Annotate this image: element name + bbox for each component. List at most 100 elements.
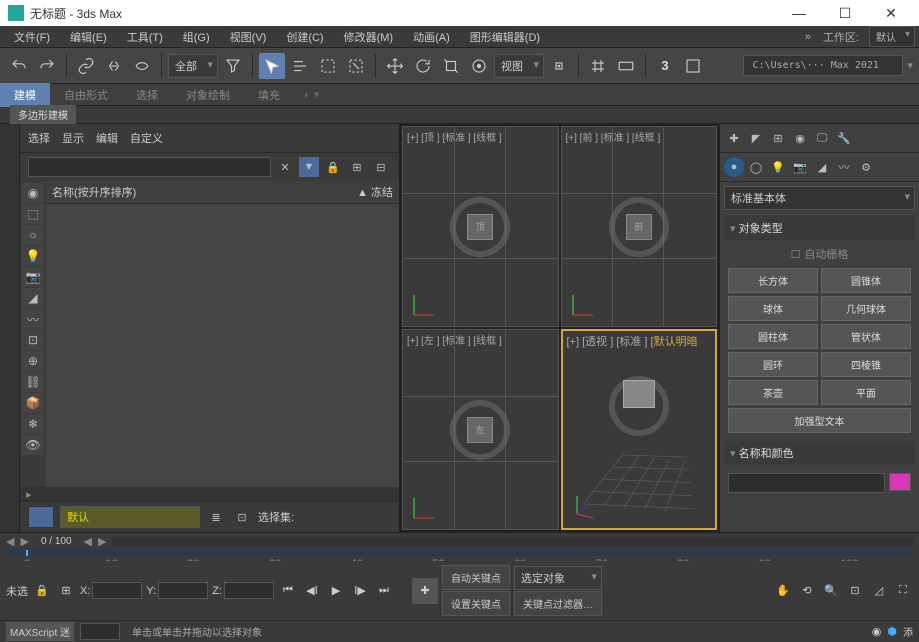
filter-spacewarp-icon[interactable]: 〰 xyxy=(22,309,44,329)
menu-view[interactable]: 视图(V) xyxy=(220,26,277,48)
menu-modifiers[interactable]: 修改器(M) xyxy=(334,26,404,48)
y-input[interactable] xyxy=(158,582,208,599)
keyfilter-button[interactable]: 关键点过滤器… xyxy=(514,591,602,616)
isolate-icon[interactable]: ⊡ xyxy=(232,507,252,527)
obj-sphere[interactable]: 球体 xyxy=(728,296,818,321)
set-key-big-icon[interactable]: ✚ xyxy=(412,578,438,604)
goto-end-icon[interactable]: ⏭ xyxy=(374,581,394,601)
menu-animation[interactable]: 动画(A) xyxy=(403,26,460,48)
time-jump-next-icon[interactable]: ▶ xyxy=(98,535,106,548)
clear-search-icon[interactable]: ✕ xyxy=(275,157,295,177)
object-color-swatch[interactable] xyxy=(889,473,911,491)
viewcube-top[interactable]: 顶 xyxy=(467,214,493,240)
scene-tab-edit[interactable]: 编辑 xyxy=(96,130,118,146)
obj-torus[interactable]: 圆环 xyxy=(728,352,818,377)
viewcube-left[interactable]: 左 xyxy=(467,417,493,443)
scene-tab-display[interactable]: 显示 xyxy=(62,130,84,146)
time-next-icon[interactable]: ▶ xyxy=(20,535,28,548)
selection-lock-icon[interactable]: ⬢ xyxy=(887,625,897,638)
obj-teapot[interactable]: 茶壶 xyxy=(728,380,818,405)
path-overflow-icon[interactable]: ▾ xyxy=(907,59,913,72)
autokey-button[interactable]: 自动关键点 xyxy=(442,565,510,590)
redo-button[interactable] xyxy=(34,53,60,79)
menu-create[interactable]: 创建(C) xyxy=(276,26,333,48)
bind-button[interactable] xyxy=(129,53,155,79)
viewport-left[interactable]: [+] [左 ] [标准 ] [线框 ] 左 xyxy=(402,329,559,530)
manipulate-button[interactable] xyxy=(585,53,611,79)
viewport-front[interactable]: [+] [前 ] [标准 ] [线框 ] 前 xyxy=(561,126,718,327)
z-input[interactable] xyxy=(224,582,274,599)
viewcube-front[interactable]: 前 xyxy=(626,214,652,240)
nav-orbit-icon[interactable]: ⟲ xyxy=(797,581,817,601)
move-button[interactable] xyxy=(382,53,408,79)
obj-textplus[interactable]: 加强型文本 xyxy=(728,408,911,433)
filter-group-icon[interactable]: ⊡ xyxy=(22,330,44,350)
project-path[interactable]: C:\Users\··· Max 2021 xyxy=(743,55,903,76)
lock-selection-icon[interactable]: 🔒 xyxy=(32,581,52,601)
placement-button[interactable] xyxy=(466,53,492,79)
time-jump-prev-icon[interactable]: ◀ xyxy=(84,535,92,548)
selection-scope-dropdown[interactable]: 全部 xyxy=(168,54,218,78)
maximize-button[interactable]: ☐ xyxy=(825,0,865,26)
shapes-icon[interactable]: ◯ xyxy=(746,157,766,177)
category-dropdown[interactable]: 标准基本体 xyxy=(724,186,915,210)
layer-dropdown[interactable]: 默认 xyxy=(60,506,200,528)
maxscript-label[interactable]: MAXScript 迷 xyxy=(6,622,74,641)
obj-geosphere[interactable]: 几何球体 xyxy=(821,296,911,321)
obj-cylinder[interactable]: 圆柱体 xyxy=(728,324,818,349)
create-tab-icon[interactable]: ✚ xyxy=(724,128,744,148)
nav-pan-icon[interactable]: ✋ xyxy=(773,581,793,601)
menu-file[interactable]: 文件(F) xyxy=(4,26,60,48)
menu-tools[interactable]: 工具(T) xyxy=(117,26,173,48)
ribbon-tab-selection[interactable]: 选择 xyxy=(122,83,172,107)
filter-geom-icon[interactable]: ⬚ xyxy=(22,204,44,224)
display-tab-icon[interactable]: 🖵 xyxy=(812,128,832,148)
autogrid-checkbox[interactable]: ☐自动栅格 xyxy=(728,244,911,264)
col-freeze[interactable]: ▲ 冻结 xyxy=(333,184,393,200)
vp-persp-label[interactable]: [+] [透视 ] [标准 ] [默认明暗 xyxy=(567,333,698,349)
prev-frame-icon[interactable]: ◀Ⅰ xyxy=(302,581,322,601)
expand-icon[interactable]: ⊟ xyxy=(371,157,391,177)
scene-search-input[interactable] xyxy=(28,157,271,177)
vp-front-label[interactable]: [+] [前 ] [标准 ] [线框 ] xyxy=(566,129,661,144)
nav-zoom-icon[interactable]: 🔍 xyxy=(821,581,841,601)
subribbon-poly[interactable]: 多边形建模 xyxy=(10,105,76,124)
keymode-dropdown[interactable]: 选定对象 xyxy=(514,566,602,590)
menu-group[interactable]: 组(G) xyxy=(173,26,220,48)
menu-overflow[interactable]: » xyxy=(799,29,817,45)
snap-toggle[interactable]: 3 xyxy=(652,53,678,79)
nav-zoomreg-icon[interactable]: ⊡ xyxy=(845,581,865,601)
filter-container-icon[interactable]: 📦 xyxy=(22,393,44,413)
filter-bone-icon[interactable]: ⛓ xyxy=(22,372,44,392)
link-button[interactable] xyxy=(73,53,99,79)
motion-tab-icon[interactable]: ◉ xyxy=(790,128,810,148)
left-dock[interactable] xyxy=(0,124,20,532)
add-label[interactable]: 添 xyxy=(903,624,913,639)
next-frame-icon[interactable]: Ⅰ▶ xyxy=(350,581,370,601)
filter-all-icon[interactable]: ◉ xyxy=(22,183,44,203)
time-slider[interactable] xyxy=(112,537,913,547)
lights-icon[interactable]: 💡 xyxy=(768,157,788,177)
filter-camera-icon[interactable]: 📷 xyxy=(22,267,44,287)
systems-icon[interactable]: ⚙ xyxy=(856,157,876,177)
setkey-button[interactable]: 设置关键点 xyxy=(442,591,510,616)
menu-graph[interactable]: 图形编辑器(D) xyxy=(460,26,550,48)
region-rect-button[interactable] xyxy=(315,53,341,79)
minimize-button[interactable]: — xyxy=(779,0,819,26)
ribbon-tab-objpaint[interactable]: 对象绘制 xyxy=(172,83,244,107)
nav-max-icon[interactable]: ⛶ xyxy=(893,581,913,601)
filter-helper-icon[interactable]: ◢ xyxy=(22,288,44,308)
unlink-button[interactable] xyxy=(101,53,127,79)
viewport-top[interactable]: [+] [顶 ] [标准 ] [线框 ] 顶 xyxy=(402,126,559,327)
view-mode-icon[interactable]: ⊞ xyxy=(347,157,367,177)
goto-start-icon[interactable]: ⏮ xyxy=(278,581,298,601)
play-icon[interactable]: ▶ xyxy=(326,581,346,601)
nav-fov-icon[interactable]: ◿ xyxy=(869,581,889,601)
filter-shape-icon[interactable]: ○ xyxy=(22,225,44,245)
col-name[interactable]: 名称(按升序排序) xyxy=(52,184,333,200)
lock-icon[interactable]: 🔒 xyxy=(323,157,343,177)
abs-rel-icon[interactable]: ⊞ xyxy=(56,581,76,601)
maxscript-input[interactable] xyxy=(80,623,120,640)
rollout-objtype-header[interactable]: 对象类型 xyxy=(724,216,915,240)
obj-cone[interactable]: 圆锥体 xyxy=(821,268,911,293)
